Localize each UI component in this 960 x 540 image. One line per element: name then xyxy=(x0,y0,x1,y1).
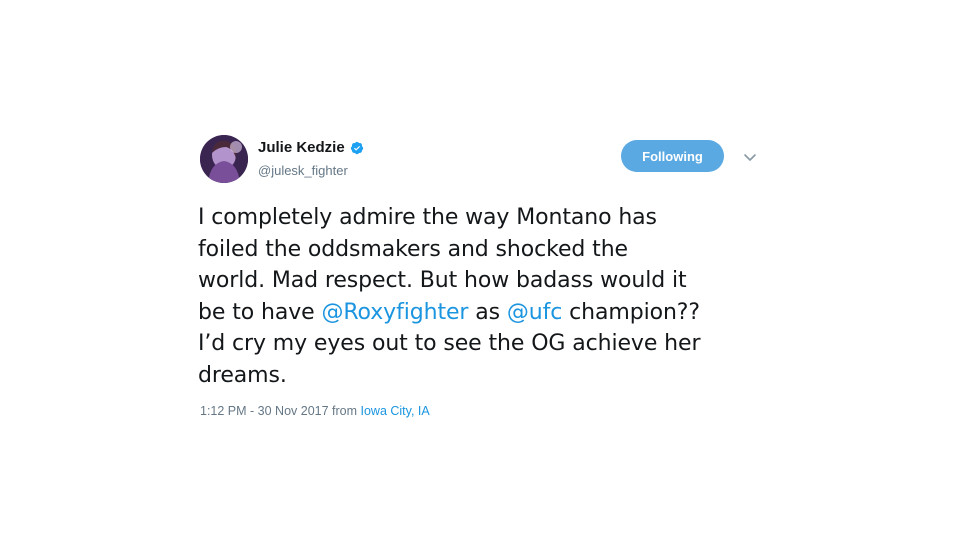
tweet-line: be to have xyxy=(198,299,322,325)
from-label: from xyxy=(328,404,361,418)
name-row: Julie Kedzie xyxy=(258,139,364,157)
display-name[interactable]: Julie Kedzie xyxy=(258,139,345,157)
tweet-card: Julie Kedzie @julesk_fighter Following I… xyxy=(198,132,768,432)
tweet-metadata: 1:12 PM - 30 Nov 2017 from Iowa City, IA xyxy=(200,404,430,418)
tweet-timestamp[interactable]: 1:12 PM - 30 Nov 2017 xyxy=(200,404,329,418)
profile-avatar-image xyxy=(200,135,248,183)
tweet-line: dreams. xyxy=(198,362,287,388)
chevron-down-icon[interactable] xyxy=(742,149,758,165)
user-info: Julie Kedzie @julesk_fighter xyxy=(258,139,364,179)
tweet-line: foiled the oddsmakers and shocked the xyxy=(198,236,628,262)
tweet-line: I completely admire the way Montano has xyxy=(198,205,657,230)
following-button[interactable]: Following xyxy=(621,140,724,172)
tweet-line: as xyxy=(468,299,507,325)
location-link[interactable]: Iowa City, IA xyxy=(361,404,430,418)
verified-badge-icon xyxy=(350,141,364,155)
user-handle[interactable]: @julesk_fighter xyxy=(258,163,364,179)
mention-link-roxyfighter[interactable]: @Roxyfighter xyxy=(321,300,468,325)
tweet-line: world. Mad respect. But how badass would… xyxy=(198,268,687,293)
mention-link-ufc[interactable]: @ufc xyxy=(507,300,562,325)
avatar[interactable] xyxy=(200,135,248,183)
tweet-text: I completely admire the way Montano has … xyxy=(198,202,768,391)
tweet-line: I’d cry my eyes out to see the OG achiev… xyxy=(198,331,701,356)
tweet-line: champion?? xyxy=(562,299,700,325)
